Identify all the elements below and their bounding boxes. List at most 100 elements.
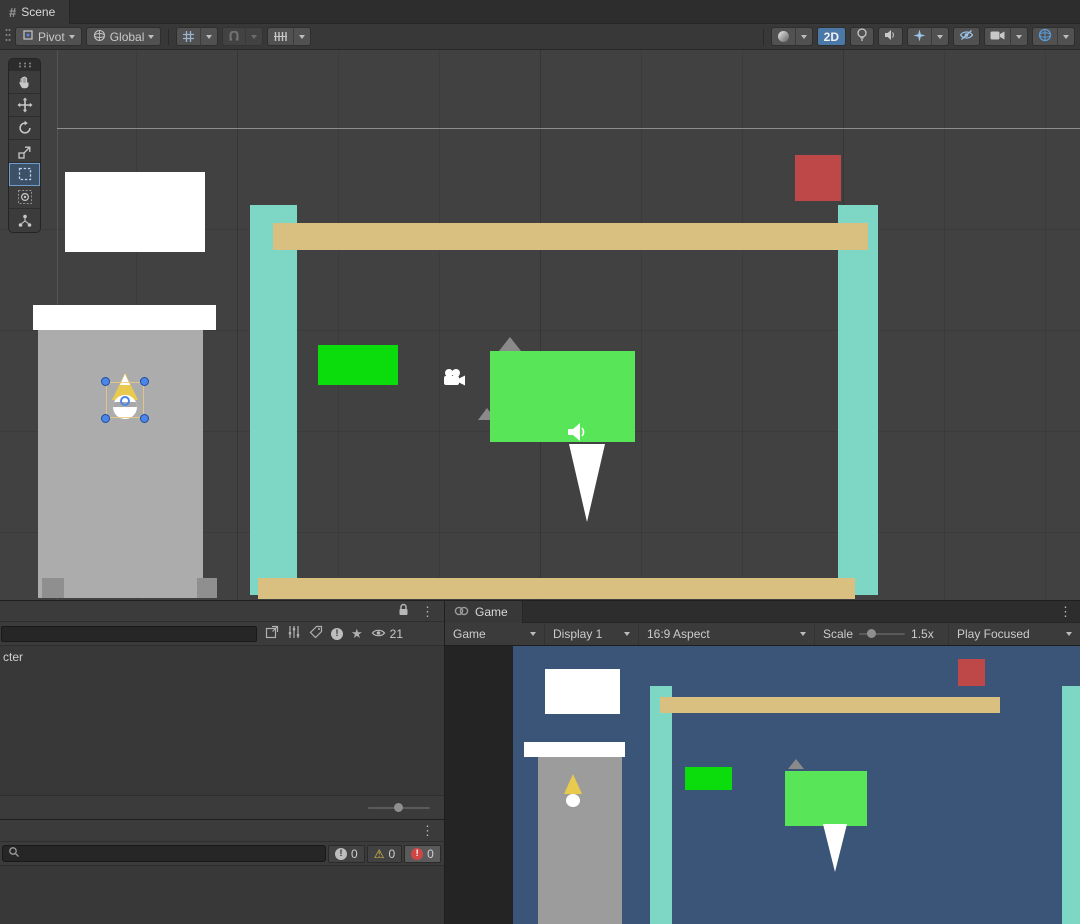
play-focused-dropdown[interactable]: Play Focused bbox=[949, 623, 1080, 645]
overlay-grip-handle[interactable] bbox=[9, 59, 40, 71]
game-view-dropdown-label: Game bbox=[453, 627, 486, 641]
2d-mode-toggle[interactable]: 2D bbox=[817, 27, 846, 46]
rotate-tool[interactable] bbox=[9, 117, 40, 140]
pivot-handle[interactable] bbox=[120, 396, 130, 406]
slider-thumb[interactable] bbox=[394, 803, 403, 812]
grid-visibility-dropdown[interactable] bbox=[201, 27, 218, 46]
transform-tool[interactable] bbox=[9, 186, 40, 209]
selection-handle[interactable] bbox=[101, 377, 110, 386]
chevron-down-icon bbox=[801, 35, 807, 39]
scene-green-box-large[interactable] bbox=[490, 351, 635, 442]
aspect-ratio-dropdown[interactable]: 16:9 Aspect bbox=[639, 623, 815, 645]
item-row[interactable]: cter bbox=[0, 646, 444, 667]
warning-count-button[interactable]: ⚠ 0 bbox=[367, 845, 402, 863]
scale-slider-thumb[interactable] bbox=[867, 629, 876, 638]
tab-scene[interactable]: # Scene bbox=[0, 0, 70, 24]
snap-increment-button[interactable] bbox=[267, 27, 294, 46]
move-tool[interactable] bbox=[9, 94, 40, 117]
left-search-field[interactable] bbox=[1, 626, 257, 642]
tab-game[interactable]: Game bbox=[445, 601, 523, 623]
left-panel-header: ⋮ bbox=[0, 601, 444, 622]
alert-icon[interactable]: ! bbox=[331, 628, 343, 640]
favorite-star-icon[interactable]: ★ bbox=[351, 627, 363, 640]
scene-beam-top[interactable] bbox=[273, 223, 868, 250]
item-label: cter bbox=[3, 650, 23, 664]
error-count-button[interactable]: ! 0 bbox=[404, 845, 441, 863]
scene-teal-pillar-right[interactable] bbox=[838, 205, 878, 595]
console-search-box[interactable] bbox=[2, 845, 326, 862]
scene-gray-pillar[interactable] bbox=[38, 330, 203, 598]
rect-tool[interactable] bbox=[9, 163, 40, 186]
grid-line bbox=[944, 50, 945, 600]
scene-view[interactable] bbox=[0, 50, 1080, 600]
gizmos-toggle[interactable] bbox=[1032, 27, 1058, 46]
scene-platform-cap[interactable] bbox=[33, 305, 216, 330]
grid-visibility-button[interactable] bbox=[176, 27, 201, 46]
open-external-icon[interactable] bbox=[265, 625, 279, 642]
scene-white-cone[interactable] bbox=[569, 444, 605, 522]
scene-character-sprite[interactable] bbox=[106, 382, 144, 418]
global-dropdown[interactable]: Global bbox=[86, 27, 162, 46]
left-panel: ⋮ ! ★ 21 cter bbox=[0, 601, 445, 924]
display-dropdown[interactable]: Display 1 bbox=[545, 623, 639, 645]
custom-tool[interactable] bbox=[9, 209, 40, 232]
chevron-down-icon bbox=[299, 35, 305, 39]
thumbnail-size-slider[interactable] bbox=[368, 807, 430, 809]
scene-beam-bottom[interactable] bbox=[258, 578, 855, 599]
scene-visibility-toggle[interactable] bbox=[953, 27, 980, 46]
game-view-dropdown[interactable]: Game bbox=[445, 623, 545, 645]
unity-editor-window: # Scene Pivot Global bbox=[0, 0, 1080, 924]
camera-gizmo-icon[interactable] bbox=[441, 368, 467, 391]
scene-lighting-toggle[interactable] bbox=[850, 27, 874, 46]
panel-menu-icon[interactable]: ⋮ bbox=[421, 605, 434, 618]
snap-increment-dropdown[interactable] bbox=[294, 27, 311, 46]
view-hand-tool[interactable] bbox=[9, 71, 40, 94]
scene-effects-dropdown[interactable] bbox=[932, 27, 949, 46]
pivot-label: Pivot bbox=[38, 30, 65, 44]
speaker-icon bbox=[884, 29, 897, 44]
snap-toggle-button[interactable] bbox=[222, 27, 246, 46]
global-label: Global bbox=[110, 30, 145, 44]
left-panel-content[interactable] bbox=[0, 667, 444, 795]
scale-label: Scale bbox=[823, 627, 853, 641]
game-view-menu-icon[interactable]: ⋮ bbox=[1059, 605, 1080, 618]
game-green-box-large bbox=[785, 771, 867, 826]
audio-gizmo-icon[interactable] bbox=[566, 422, 588, 445]
chevron-down-icon bbox=[148, 35, 154, 39]
scene-teal-pillar-left[interactable] bbox=[250, 205, 297, 595]
scene-white-sign[interactable] bbox=[65, 172, 205, 252]
gizmos-dropdown[interactable] bbox=[1058, 27, 1075, 46]
selection-handle[interactable] bbox=[140, 414, 149, 423]
selection-handle[interactable] bbox=[140, 377, 149, 386]
tool-settings-grip-icon[interactable] bbox=[5, 28, 11, 45]
console-menu-icon[interactable]: ⋮ bbox=[421, 824, 434, 837]
eye-slash-icon bbox=[959, 29, 974, 44]
game-teal-pillar-right bbox=[1062, 686, 1080, 924]
scene-red-box[interactable] bbox=[795, 155, 841, 201]
left-panel-toolbar: ! ★ 21 bbox=[0, 622, 444, 646]
tag-icon[interactable] bbox=[309, 625, 323, 642]
pivot-dropdown[interactable]: Pivot bbox=[15, 27, 82, 46]
mixer-filter-icon[interactable] bbox=[287, 625, 301, 642]
console-search-input[interactable] bbox=[24, 848, 320, 860]
scene-toolbar-right: 2D bbox=[760, 27, 1075, 46]
scene-effects-toggle[interactable] bbox=[907, 27, 932, 46]
selection-handle[interactable] bbox=[101, 414, 110, 423]
lightbulb-icon bbox=[856, 28, 868, 45]
scene-green-box-small[interactable] bbox=[318, 345, 398, 385]
game-viewport[interactable] bbox=[513, 646, 1080, 924]
scale-slider[interactable] bbox=[859, 633, 905, 635]
visibility-eye-group[interactable]: 21 bbox=[371, 627, 403, 641]
shading-mode-dropdown[interactable] bbox=[796, 27, 813, 46]
scene-gray-spike[interactable] bbox=[499, 337, 521, 351]
info-count-button[interactable]: ! 0 bbox=[328, 845, 365, 863]
shading-mode-button[interactable] bbox=[771, 27, 796, 46]
scene-camera-settings-button[interactable] bbox=[984, 27, 1011, 46]
console-content[interactable] bbox=[0, 866, 444, 924]
lock-icon[interactable] bbox=[398, 603, 409, 619]
scene-audio-toggle[interactable] bbox=[878, 27, 903, 46]
game-character-head bbox=[566, 794, 580, 807]
snap-dropdown[interactable] bbox=[246, 27, 263, 46]
scene-camera-dropdown[interactable] bbox=[1011, 27, 1028, 46]
scale-tool[interactable] bbox=[9, 140, 40, 163]
